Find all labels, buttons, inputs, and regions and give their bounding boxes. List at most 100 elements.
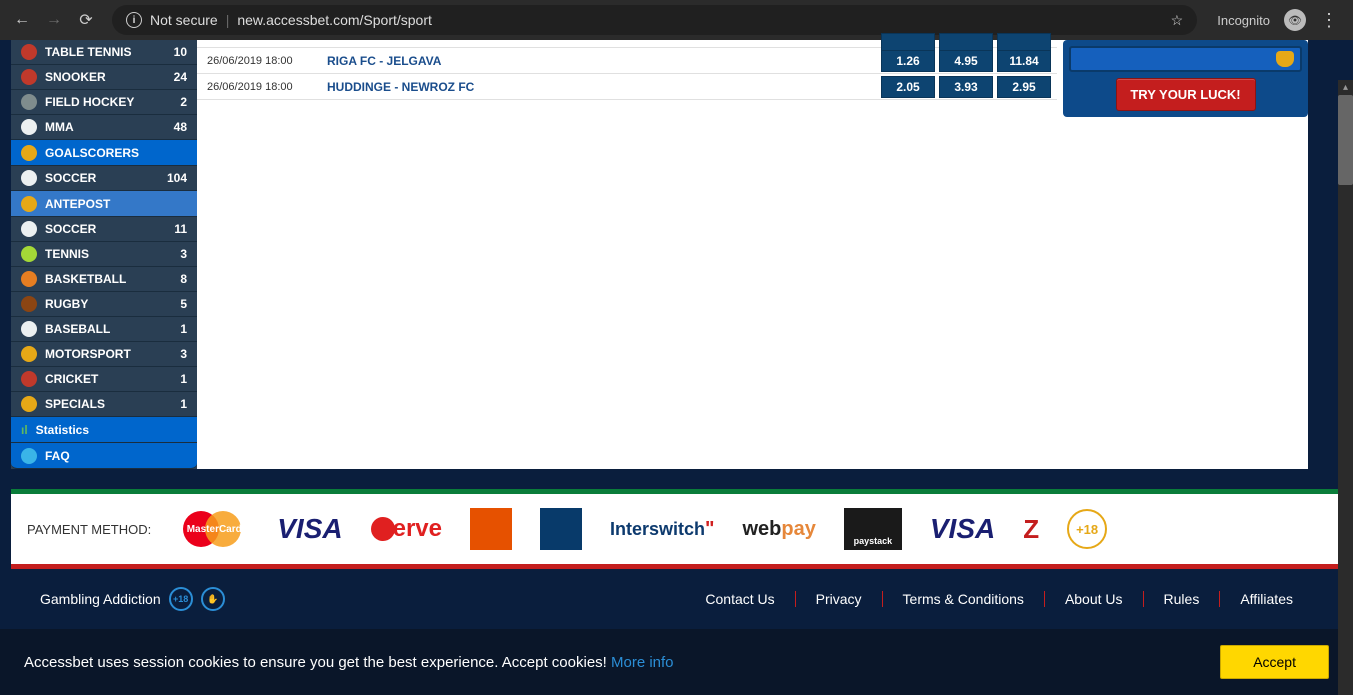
sport-icon	[21, 271, 37, 287]
label: TABLE TENNIS	[45, 45, 131, 59]
match-row	[197, 40, 1057, 48]
sport-icon	[21, 221, 37, 237]
match-row: 26/06/2019 18:00RIGA FC - JELGAVA1.264.9…	[197, 48, 1057, 74]
label: FIELD HOCKEY	[45, 95, 134, 109]
match-date: 26/06/2019 18:00	[197, 55, 327, 67]
label: SOCCER	[45, 222, 96, 236]
label: TENNIS	[45, 247, 89, 261]
footer-link-terms-conditions[interactable]: Terms & Conditions	[883, 591, 1045, 607]
label: SOCCER	[45, 171, 96, 185]
visa-logo-2: VISA	[930, 510, 995, 548]
odd-button[interactable]: 11.84	[997, 50, 1051, 72]
age-restriction-badge: +18	[1067, 509, 1107, 549]
odd-button[interactable]: 1.26	[881, 50, 935, 72]
sidebar-item-motorsport[interactable]: MOTORSPORT3	[11, 342, 197, 367]
accept-cookies-button[interactable]: Accept	[1220, 645, 1329, 679]
sidebar-header-goalscorers[interactable]: GOALSCORERS	[11, 140, 197, 166]
reload-button[interactable]: ⟳	[72, 6, 100, 34]
count: 1	[180, 322, 187, 336]
match-name[interactable]: HUDDINGE - NEWROZ FC	[327, 80, 881, 94]
more-info-link[interactable]: More info	[611, 654, 674, 671]
star-icon[interactable]: ☆	[1171, 12, 1184, 29]
try-luck-button[interactable]: TRY YOUR LUCK!	[1116, 78, 1256, 111]
separator: |	[226, 12, 230, 28]
match-date: 26/06/2019 18:00	[197, 81, 327, 93]
odd-button[interactable]: 2.05	[881, 76, 935, 98]
incognito-label: Incognito	[1217, 13, 1270, 28]
label: FAQ	[45, 449, 70, 463]
label: MOTORSPORT	[45, 347, 131, 361]
sport-icon	[21, 44, 37, 60]
browser-right: Incognito 👁 ⋮	[1209, 9, 1345, 31]
paystack-logo: paystack	[844, 508, 902, 550]
count: 104	[167, 171, 187, 185]
sidebar-faq[interactable]: FAQ	[11, 443, 197, 469]
age-icon[interactable]: +18	[169, 587, 193, 611]
count: 1	[180, 372, 187, 386]
sidebar-item-rugby[interactable]: RUGBY5	[11, 292, 197, 317]
footer-link-rules[interactable]: Rules	[1144, 591, 1221, 607]
address-bar[interactable]: i Not secure | new.accessbet.com/Sport/s…	[112, 5, 1197, 35]
forward-button[interactable]: →	[40, 6, 68, 34]
sidebar-item-snooker[interactable]: SNOOKER24	[11, 65, 197, 90]
scrollbar[interactable]: ▴	[1338, 80, 1353, 695]
hand-icon[interactable]: ✋	[201, 587, 225, 611]
label: BASEBALL	[45, 322, 110, 336]
count: 24	[174, 70, 187, 84]
sidebar-item-cricket[interactable]: CRICKET1	[11, 367, 197, 392]
sidebar-item-field-hockey[interactable]: FIELD HOCKEY2	[11, 90, 197, 115]
sidebar-item-soccer[interactable]: SOCCER 104	[11, 166, 197, 191]
label: ANTEPOST	[45, 197, 110, 211]
sidebar-item-baseball[interactable]: BASEBALL 1	[11, 317, 197, 342]
sidebar-statistics[interactable]: ıl Statistics	[11, 417, 197, 443]
sidebar-item-soccer[interactable]: SOCCER 11	[11, 217, 197, 242]
footer-link-contact-us[interactable]: Contact Us	[685, 591, 795, 607]
mastercard-logo: MasterCard	[179, 510, 249, 548]
sidebar-item-table-tennis[interactable]: TABLE TENNIS10	[11, 40, 197, 65]
soccer-icon	[21, 170, 37, 186]
sport-icon	[21, 246, 37, 262]
match-name[interactable]: RIGA FC - JELGAVA	[327, 54, 881, 68]
label: BASKETBALL	[45, 272, 126, 286]
footer-link-about-us[interactable]: About Us	[1045, 591, 1144, 607]
label: GOALSCORERS	[45, 146, 139, 160]
sport-icon	[21, 346, 37, 362]
scroll-thumb[interactable]	[1338, 95, 1353, 185]
footer-link-privacy[interactable]: Privacy	[796, 591, 883, 607]
verve-logo: erve	[371, 510, 442, 548]
gtbank-logo	[470, 508, 512, 550]
count: 3	[180, 247, 187, 261]
trophy-icon	[21, 196, 37, 212]
odd-button[interactable]: 2.95	[997, 76, 1051, 98]
sidebar-header-antepost[interactable]: ANTEPOST	[11, 191, 197, 217]
security-label: Not secure	[150, 12, 218, 28]
info-icon[interactable]: i	[126, 12, 142, 28]
label: MMA	[45, 120, 74, 134]
scroll-up-arrow[interactable]: ▴	[1338, 80, 1353, 95]
count: 11	[174, 222, 187, 236]
odd-button[interactable]: 4.95	[939, 50, 993, 72]
goalscorer-icon	[21, 145, 37, 161]
sport-icon	[21, 371, 37, 387]
count: 48	[174, 120, 187, 134]
odd-button[interactable]: 3.93	[939, 76, 993, 98]
sidebar-item-basketball[interactable]: BASKETBALL8	[11, 267, 197, 292]
sport-icon	[21, 396, 37, 412]
sidebar: TABLE TENNIS10SNOOKER24FIELD HOCKEY2 MMA 4…	[11, 40, 197, 469]
sport-icon	[21, 119, 37, 135]
browser-toolbar: ← → ⟳ i Not secure | new.accessbet.com/S…	[0, 0, 1353, 40]
back-button[interactable]: ←	[8, 6, 36, 34]
menu-icon[interactable]: ⋮	[1320, 10, 1337, 31]
footer: PAYMENT METHOD: MasterCard VISA erve Int…	[0, 489, 1353, 629]
sidebar-item-specials[interactable]: SPECIALS 1	[11, 392, 197, 417]
stats-icon: ıl	[21, 423, 28, 437]
label: SPECIALS	[45, 397, 105, 411]
sport-icon	[21, 296, 37, 312]
count: 1	[180, 397, 187, 411]
sidebar-item-mma[interactable]: MMA 48	[11, 115, 197, 140]
footer-link-affiliates[interactable]: Affiliates	[1220, 591, 1313, 607]
match-list: 26/06/2019 18:00RIGA FC - JELGAVA1.264.9…	[197, 40, 1057, 100]
sidebar-item-tennis[interactable]: TENNIS 3	[11, 242, 197, 267]
incognito-icon[interactable]: 👁	[1284, 9, 1306, 31]
label: Statistics	[36, 423, 89, 437]
